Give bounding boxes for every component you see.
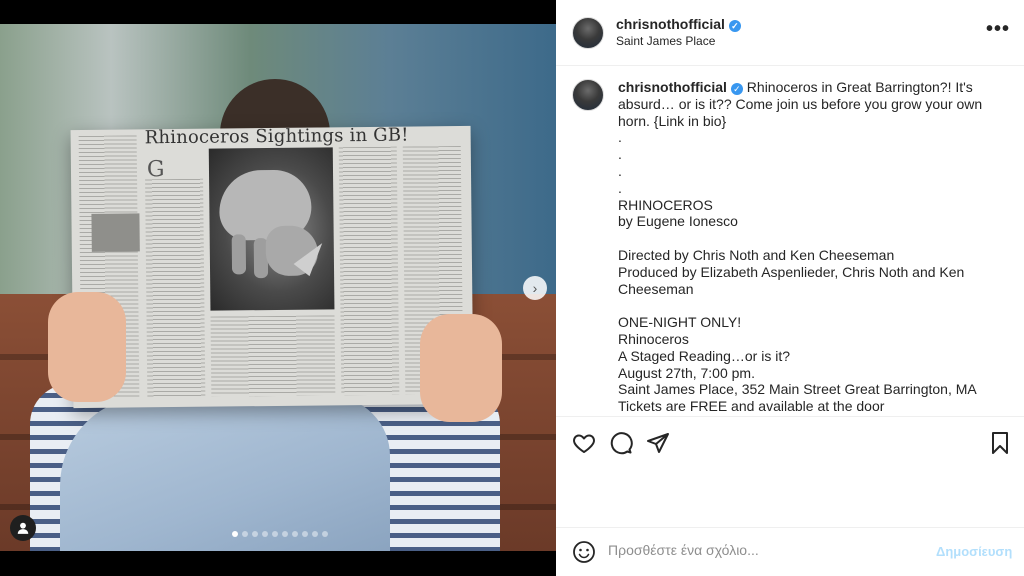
newspaper-column	[338, 146, 400, 396]
caption-username[interactable]: chrisnothofficial	[618, 79, 727, 95]
post-caption: chrisnothofficial ✓ Rhinoceros in Great B…	[618, 79, 1006, 415]
caption-line: Produced by Elizabeth Aspenlieder, Chris…	[618, 263, 965, 297]
caption-line: Saint James Place, 352 Main Street Great…	[618, 381, 977, 398]
header-username[interactable]: chrisnothofficial ✓	[616, 16, 741, 32]
caption-line: Directed by Chris Noth and Ken Cheeseman	[618, 246, 895, 263]
newspaper-column	[210, 315, 336, 397]
comment-icon[interactable]	[609, 431, 633, 455]
caption-line: August 27th, 7:00 pm.	[618, 364, 755, 381]
comment-input[interactable]	[608, 542, 908, 558]
emoji-icon[interactable]	[572, 540, 596, 564]
carousel-dot	[292, 531, 298, 537]
carousel-dot	[252, 531, 258, 537]
caption-line: .	[618, 162, 622, 179]
next-image-button[interactable]: ›	[523, 276, 547, 300]
left-hand	[48, 292, 126, 402]
tagged-users-button[interactable]	[10, 515, 36, 541]
bookmark-icon[interactable]	[988, 431, 1012, 455]
caption-line: RHINOCEROS	[618, 196, 713, 213]
rhino-leg	[231, 234, 247, 275]
action-bar	[556, 416, 1024, 466]
newspaper: Rhinoceros Sightings in GB! G	[70, 124, 474, 409]
carousel-dot	[302, 531, 308, 537]
username-text[interactable]: chrisnothofficial	[616, 16, 725, 32]
post-location[interactable]: Saint James Place	[616, 34, 715, 48]
post-side-panel: chrisnothofficial ✓ Saint James Place •••…	[556, 0, 1024, 576]
carousel-dot	[242, 531, 248, 537]
caption-line: by Eugene Ionesco	[618, 213, 738, 230]
share-icon[interactable]	[646, 431, 670, 455]
more-options-icon[interactable]: •••	[986, 18, 1010, 41]
right-hand	[420, 314, 502, 422]
caption-line: .	[618, 179, 622, 196]
newspaper-small-photo	[91, 213, 140, 252]
user-icon	[17, 522, 29, 534]
newspaper-dropcap: G	[146, 157, 165, 183]
carousel-dot	[272, 531, 278, 537]
carousel-dot	[312, 531, 318, 537]
carousel-dot	[322, 531, 328, 537]
jeans	[60, 396, 390, 551]
comments-section: chrisnothofficial ✓ Rhinoceros in Great B…	[556, 66, 1024, 416]
post-media: Rhinoceros Sightings in GB! G ›	[0, 0, 556, 576]
post-comment-button[interactable]: Δημοσίευση	[936, 544, 1012, 559]
heart-icon[interactable]	[572, 431, 596, 455]
caption-line: Tickets are FREE and available at the do…	[618, 398, 885, 415]
avatar[interactable]	[572, 17, 604, 49]
rhino-photo	[208, 147, 335, 311]
carousel-dot	[232, 531, 238, 537]
caption-line	[618, 297, 1006, 314]
newspaper-headline: Rhinoceros Sightings in GB!	[144, 124, 409, 149]
comment-bar: Δημοσίευση	[556, 527, 1024, 576]
verified-badge-icon: ✓	[730, 83, 743, 95]
post-photo[interactable]: Rhinoceros Sightings in GB! G	[0, 24, 556, 551]
carousel-dot	[262, 531, 268, 537]
post-header: chrisnothofficial ✓ Saint James Place •••	[556, 0, 1024, 66]
caption-line: ONE-NIGHT ONLY!	[618, 314, 742, 331]
chevron-right-icon: ›	[532, 280, 538, 296]
caption-line: A Staged Reading…or is it?	[618, 347, 790, 364]
carousel-indicator	[232, 531, 328, 537]
caption-line: .	[618, 129, 622, 146]
verified-badge-icon: ✓	[728, 20, 741, 32]
carousel-dot	[282, 531, 288, 537]
caption-line: Rhinoceros	[618, 330, 689, 347]
caption-avatar[interactable]	[572, 79, 604, 111]
newspaper-column	[145, 178, 206, 398]
caption-line: .	[618, 146, 622, 163]
caption-line	[618, 230, 1006, 247]
